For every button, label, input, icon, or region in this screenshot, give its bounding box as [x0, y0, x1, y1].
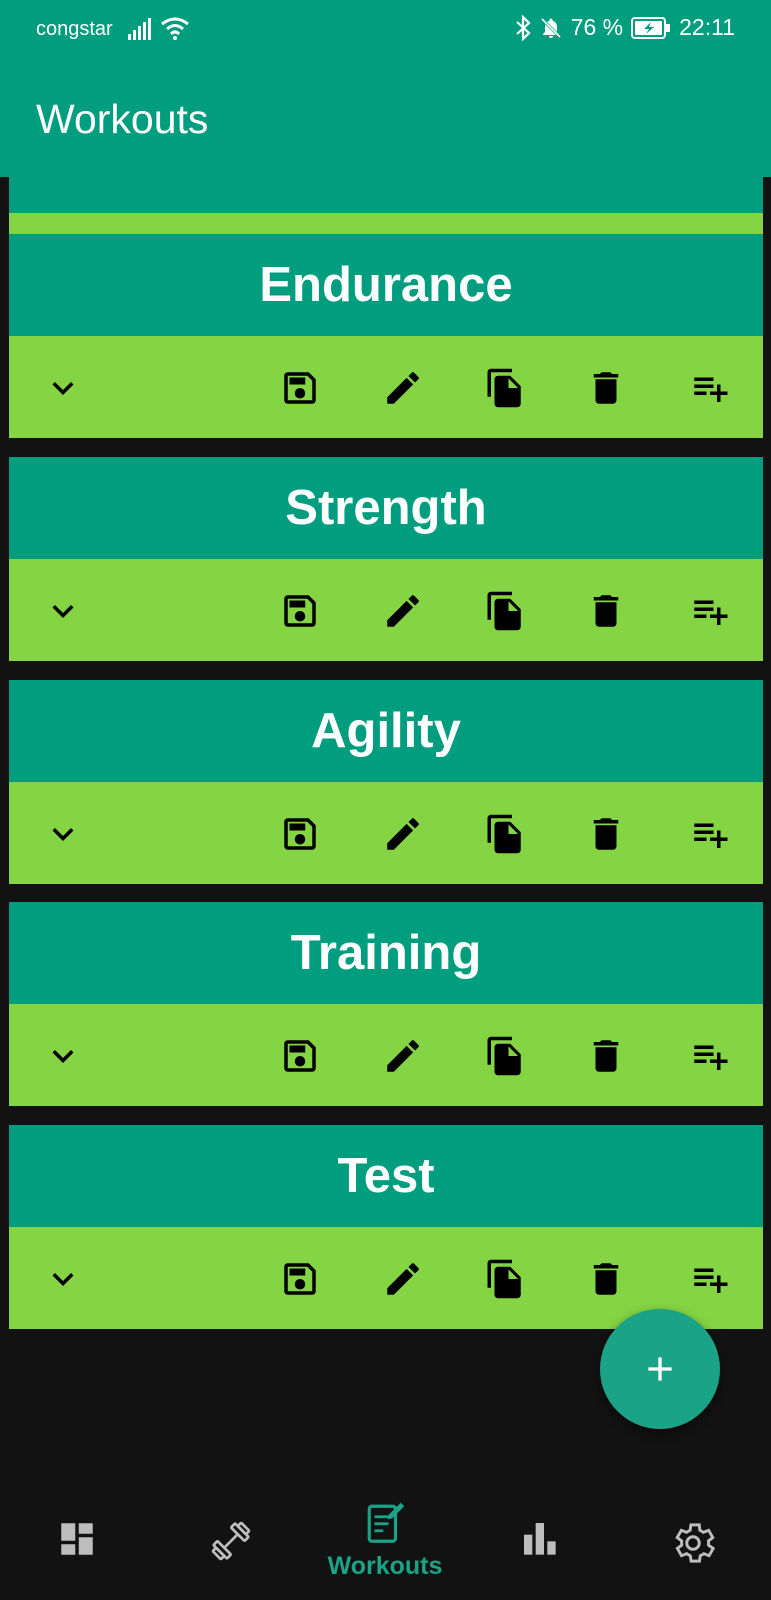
add-workout-button[interactable]	[600, 1309, 720, 1429]
signal-icon	[128, 18, 151, 40]
delete-icon[interactable]	[585, 367, 627, 409]
workout-card[interactable]: Agility	[9, 680, 763, 884]
delete-icon[interactable]	[585, 1035, 627, 1077]
dashboard-icon	[61, 1523, 93, 1555]
copy-icon[interactable]	[484, 1035, 526, 1077]
settings-icon	[675, 1523, 716, 1563]
copy-icon[interactable]	[484, 367, 526, 409]
bluetooth-icon	[515, 14, 531, 41]
workout-card[interactable]: Training	[9, 902, 763, 1106]
add-icon	[648, 1357, 672, 1381]
copy-icon[interactable]	[484, 590, 526, 632]
workout-card-title: Strength	[9, 457, 763, 559]
nav-dashboard[interactable]	[0, 1480, 154, 1600]
delete-icon[interactable]	[585, 590, 627, 632]
edit-icon[interactable]	[382, 590, 424, 632]
dumbbell-icon	[211, 1521, 251, 1561]
battery-percent: 76 %	[570, 14, 624, 40]
nav-workouts[interactable]: Workouts	[308, 1480, 462, 1600]
expand-icon[interactable]	[42, 367, 84, 409]
status-bar: congstar 76 % 22:11	[0, 0, 771, 60]
add-to-list-icon[interactable]	[689, 1258, 731, 1300]
workout-card-actions	[9, 782, 763, 884]
workout-card-title: Agility	[9, 680, 763, 782]
save-icon[interactable]	[279, 590, 321, 632]
add-to-list-icon[interactable]	[689, 813, 731, 855]
copy-icon[interactable]	[484, 1258, 526, 1300]
wifi-icon	[161, 17, 189, 40]
expand-icon[interactable]	[42, 1035, 84, 1077]
workout-card-actions	[9, 1004, 763, 1106]
notifications-off-icon	[540, 17, 561, 38]
add-to-list-icon[interactable]	[689, 590, 731, 632]
add-to-list-icon[interactable]	[689, 1035, 731, 1077]
carrier-name: congstar	[36, 18, 113, 40]
save-icon[interactable]	[279, 1258, 321, 1300]
clock: 22:11	[679, 14, 735, 40]
save-icon[interactable]	[279, 367, 321, 409]
workout-card-actions	[9, 559, 763, 661]
workouts-icon	[367, 1502, 405, 1543]
copy-icon[interactable]	[484, 813, 526, 855]
workout-card-title: Training	[9, 902, 763, 1004]
stats-icon	[524, 1523, 556, 1555]
app-bar: Workouts	[0, 60, 771, 177]
workout-card-title: Endurance	[9, 234, 763, 336]
workout-card[interactable]: Endurance	[9, 234, 763, 438]
edit-icon[interactable]	[382, 1258, 424, 1300]
add-to-list-icon[interactable]	[689, 367, 731, 409]
save-icon[interactable]	[279, 1035, 321, 1077]
workout-card-title: Test	[9, 1125, 763, 1227]
delete-icon[interactable]	[585, 813, 627, 855]
save-icon[interactable]	[279, 813, 321, 855]
workout-card-actions	[9, 336, 763, 438]
expand-icon[interactable]	[42, 1258, 84, 1300]
edit-icon[interactable]	[382, 813, 424, 855]
expand-icon[interactable]	[42, 813, 84, 855]
workout-card[interactable]: Strength	[9, 457, 763, 661]
bottom-navigation: Workouts	[0, 1480, 771, 1600]
nav-exercises[interactable]	[154, 1480, 308, 1600]
workout-card[interactable]: Test	[9, 1125, 763, 1329]
edit-icon[interactable]	[382, 367, 424, 409]
expand-icon[interactable]	[42, 590, 84, 632]
battery-charging-icon	[631, 16, 671, 39]
page-title: Workouts	[36, 96, 209, 142]
nav-workouts-label: Workouts	[327, 1552, 443, 1580]
delete-icon[interactable]	[585, 1258, 627, 1300]
nav-statistics[interactable]	[462, 1480, 616, 1600]
nav-settings[interactable]	[616, 1480, 770, 1600]
edit-icon[interactable]	[382, 1035, 424, 1077]
